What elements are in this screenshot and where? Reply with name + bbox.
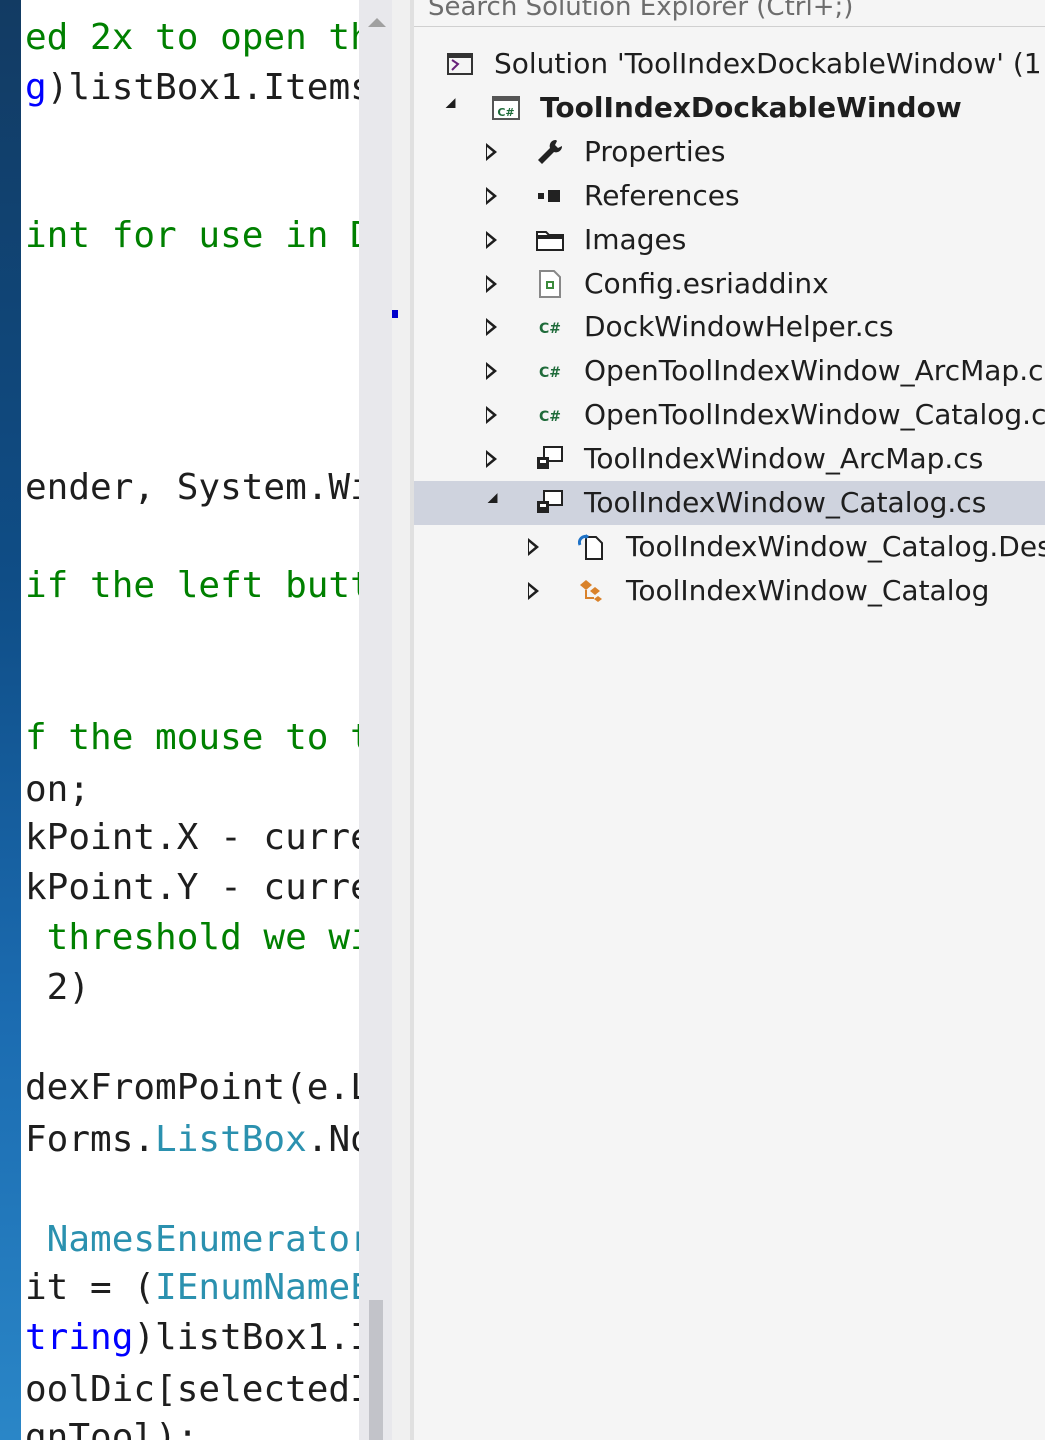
tree-item[interactable]: ToolIndexWindow_Catalog — [414, 569, 1045, 613]
code-line: f the mouse to t — [25, 717, 359, 758]
code-line: g)listBox1.Items — [25, 67, 359, 108]
search-placeholder: Search Solution Explorer (Ctrl+;) — [428, 0, 854, 22]
code-line: ed 2x to open th — [25, 17, 359, 58]
expand-arrow-icon[interactable] — [486, 187, 497, 205]
tree-item-label: ToolIndexWindow_ArcMap.cs — [584, 442, 984, 475]
tree-item[interactable]: ToolIndexWindow_ArcMap.cs — [414, 437, 1045, 481]
scroll-up-arrow-icon[interactable] — [368, 18, 386, 27]
change-marker — [392, 310, 398, 318]
tree-item-label: Images — [584, 223, 687, 256]
code-line: if the left butt — [25, 565, 359, 606]
expand-arrow-icon[interactable] — [486, 362, 497, 380]
tree-item-label: Config.esriaddinx — [584, 267, 829, 300]
tree-item-label: DockWindowHelper.cs — [584, 310, 894, 343]
expand-arrow-icon[interactable] — [486, 406, 497, 424]
tree-item-label: ToolIndexDockableWindow — [540, 91, 962, 124]
editor-vertical-scrollbar[interactable] — [359, 0, 392, 1440]
tree-item-label: OpenToolIndexWindow_Catalog.cs — [584, 398, 1045, 431]
collapse-arrow-icon[interactable] — [445, 98, 461, 113]
tree-item-label: OpenToolIndexWindow_ArcMap.cs — [584, 354, 1045, 387]
user-control-icon — [534, 487, 566, 519]
tree-item[interactable]: Images — [414, 218, 1045, 262]
tree-item-label: ToolIndexWindow_Catalog.cs — [584, 486, 987, 519]
csharp-file-icon: C# — [534, 355, 566, 387]
solution-icon — [444, 48, 476, 80]
tree-item[interactable]: C# OpenToolIndexWindow_ArcMap.cs — [414, 349, 1045, 393]
code-line: it = (IEnumNameE — [25, 1267, 359, 1308]
expand-arrow-icon[interactable] — [486, 318, 497, 336]
code-line: NamesEnumerator — [25, 1219, 359, 1260]
solution-explorer-search[interactable]: Search Solution Explorer (Ctrl+;) — [414, 0, 1045, 27]
tree-item[interactable]: C# OpenToolIndexWindow_Catalog.cs — [414, 393, 1045, 437]
code-line: kPoint.Y - curre — [25, 867, 359, 908]
tree-item-label: Solution 'ToolIndexDockableWindow' (1 pr… — [494, 47, 1045, 80]
code-line: threshold we wi — [25, 917, 359, 958]
code-line: Forms.ListBox.No — [25, 1119, 359, 1160]
code-line: on; — [25, 769, 91, 810]
code-editor[interactable]: ed 2x to open th g)listBox1.Items int for … — [21, 0, 359, 1440]
code-line: ender, System.Wi — [25, 467, 359, 508]
svg-text:C#: C# — [497, 106, 514, 119]
tree-item[interactable]: Config.esriaddinx — [414, 262, 1045, 306]
code-line: int for use in D — [25, 215, 359, 256]
folder-icon — [534, 224, 566, 256]
tree-item[interactable]: Properties — [414, 130, 1045, 174]
references-icon — [534, 180, 566, 212]
collapse-arrow-icon[interactable] — [487, 493, 503, 508]
code-line: kPoint.X - curre — [25, 817, 359, 858]
scrollbar-thumb[interactable] — [369, 1300, 383, 1440]
wrench-icon — [534, 136, 566, 168]
code-line: dexFromPoint(e.L — [25, 1067, 359, 1108]
tree-item[interactable]: ToolIndexWindow_Catalog.cs — [414, 481, 1045, 525]
desktop-background-strip — [0, 0, 21, 1440]
tree-item[interactable]: Solution 'ToolIndexDockableWindow' (1 pr… — [414, 42, 1045, 86]
code-line: 2) — [25, 967, 91, 1008]
tree-item[interactable]: C# ToolIndexDockableWindow — [414, 86, 1045, 130]
code-line: oolDic[selectedI — [25, 1369, 359, 1410]
expand-arrow-icon[interactable] — [486, 275, 497, 293]
solution-explorer: Search Solution Explorer (Ctrl+;) Soluti… — [414, 0, 1045, 1440]
expand-arrow-icon[interactable] — [528, 582, 539, 600]
expand-arrow-icon[interactable] — [486, 231, 497, 249]
expand-arrow-icon[interactable] — [486, 450, 497, 468]
svg-text:C#: C# — [539, 321, 561, 337]
tree-item-label: References — [584, 179, 740, 212]
expand-arrow-icon[interactable] — [528, 538, 539, 556]
tree-item-label: ToolIndexWindow_Catalog — [626, 574, 990, 607]
expand-arrow-icon[interactable] — [486, 143, 497, 161]
csharp-file-icon: C# — [534, 399, 566, 431]
svg-text:C#: C# — [539, 365, 561, 381]
csharp-project-icon: C# — [490, 92, 522, 124]
code-line: gnTool); — [25, 1417, 199, 1440]
tree-item[interactable]: ToolIndexWindow_Catalog.Designer.cs — [414, 525, 1045, 569]
editor-margin — [392, 0, 410, 1440]
csharp-file-icon: C# — [534, 311, 566, 343]
tree-item-label: Properties — [584, 135, 726, 168]
class-icon — [576, 575, 608, 607]
svg-text:C#: C# — [539, 409, 561, 425]
user-control-icon — [534, 443, 566, 475]
tree-item-label: ToolIndexWindow_Catalog.Designer.cs — [626, 530, 1045, 563]
tree-item[interactable]: References — [414, 174, 1045, 218]
tree-item[interactable]: C# DockWindowHelper.cs — [414, 305, 1045, 349]
config-file-icon — [534, 268, 566, 300]
designer-file-icon — [576, 531, 608, 563]
code-line: tring)listBox1.I — [25, 1317, 359, 1358]
